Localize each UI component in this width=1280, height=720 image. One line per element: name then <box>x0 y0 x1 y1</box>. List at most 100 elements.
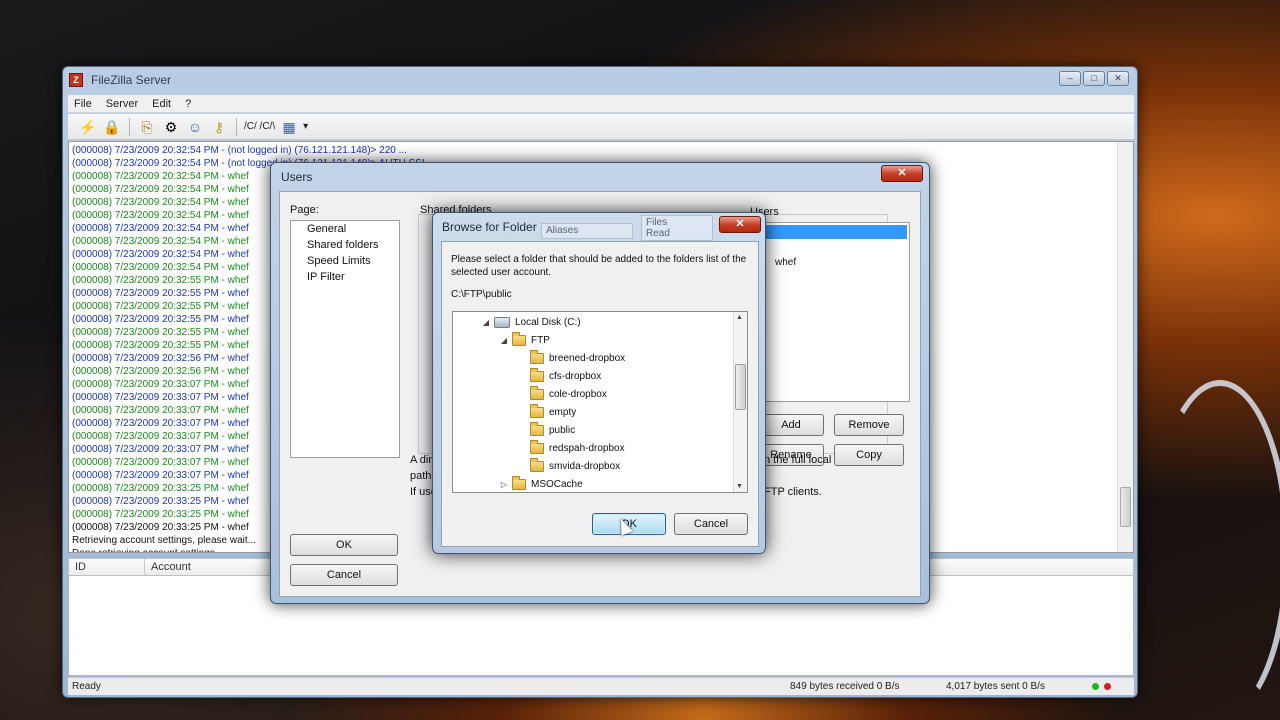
chevron-down-icon[interactable]: ▾ <box>303 121 308 132</box>
menu-bar: File Server Edit ? <box>68 95 1134 113</box>
log-line: Retrieving account settings, please wait… <box>72 535 256 546</box>
settings-icon[interactable]: ⚙ <box>161 117 181 137</box>
minimize-button[interactable]: – <box>1059 71 1081 86</box>
log-line: (000008) 7/23/2009 20:32:54 PM - whef <box>72 236 249 247</box>
remove-folder-button[interactable]: Remove <box>834 414 904 436</box>
page-speed-limits[interactable]: Speed Limits <box>307 255 371 267</box>
folder-tree-label: breened-dropbox <box>549 352 626 364</box>
folder-tree-scroll-thumb[interactable] <box>735 364 746 410</box>
log-line: (000008) 7/23/2009 20:32:54 PM - (not lo… <box>72 145 407 156</box>
folder-tree-scrollbar[interactable]: ▲ ▼ <box>733 312 747 492</box>
browse-close-button[interactable]: ✕ <box>719 216 761 233</box>
log-line: (000008) 7/23/2009 20:33:07 PM - whef <box>72 405 249 416</box>
page-shared-folders[interactable]: Shared folders <box>307 239 379 251</box>
expander-icon[interactable]: ◢ <box>481 318 491 327</box>
folder-tree[interactable]: ▷ MSOCache smvida-dropbox redspah-dropbox pu… <box>452 311 748 493</box>
folder-tree-item[interactable]: breened-dropbox <box>517 349 625 367</box>
filezilla-app-icon: Z <box>69 73 83 87</box>
status-ready: Ready <box>72 681 101 692</box>
log-line: (000008) 7/23/2009 20:32:54 PM - whef <box>72 184 249 195</box>
folder-icon <box>530 457 544 472</box>
folder-tree-label: FTP <box>531 334 550 346</box>
dialog-text-a-dir: A dir <box>410 454 433 466</box>
log-line: (000008) 7/23/2009 20:33:07 PM - whef <box>72 457 249 468</box>
folder-tree-label: Local Disk (C:) <box>515 316 581 328</box>
log-line: (000008) 7/23/2009 20:32:55 PM - whef <box>72 314 249 325</box>
main-title-bar[interactable]: Z FileZilla Server <box>63 67 1137 93</box>
page-ip-filter[interactable]: IP Filter <box>307 271 345 283</box>
folder-tree-item[interactable]: ▷ MSOCache <box>499 475 583 492</box>
connect-icon[interactable]: ⎘ <box>137 117 157 137</box>
folder-tree-label: cole-dropbox <box>549 388 607 400</box>
scroll-down-icon[interactable]: ▼ <box>736 483 743 490</box>
expander-icon[interactable]: ◢ <box>499 336 509 345</box>
maximize-button[interactable]: □ <box>1083 71 1105 86</box>
ghost-aliases-header: Aliases <box>541 223 633 239</box>
page-general[interactable]: General <box>307 223 346 235</box>
log-scrollbar[interactable] <box>1117 142 1133 552</box>
users-dialog-title: Users <box>281 170 313 184</box>
folder-tree-item[interactable]: ◢ Local Disk (C:) <box>481 313 581 331</box>
dialog-text-ftp-clients: FTP clients. <box>764 486 822 498</box>
menu-server[interactable]: Server <box>106 98 138 110</box>
log-line: (000008) 7/23/2009 20:32:55 PM - whef <box>72 340 249 351</box>
folder-tree-item[interactable]: cole-dropbox <box>517 385 607 403</box>
folder-tree-item[interactable]: public <box>517 421 575 439</box>
log-line: (000008) 7/23/2009 20:33:07 PM - whef <box>72 470 249 481</box>
folder-tree-item[interactable]: ◢ FTP <box>499 331 550 349</box>
toolbar: ⚡ 🔒 ⎘ ⚙ ☺ ⚷ /C/ /C/\ ▦ ▾ <box>68 114 1134 140</box>
log-line: (000008) 7/23/2009 20:32:55 PM - whef <box>72 301 249 312</box>
menu-edit[interactable]: Edit <box>152 98 171 110</box>
scroll-up-icon[interactable]: ▲ <box>736 314 743 321</box>
log-line: (000008) 7/23/2009 20:32:56 PM - whef <box>72 353 249 364</box>
log-line: (000008) 7/23/2009 20:32:54 PM - whef <box>72 223 249 234</box>
users-close-button[interactable]: ✕ <box>881 165 923 182</box>
page-tree[interactable]: General Shared folders Speed Limits IP F… <box>290 220 400 458</box>
log-line: (000008) 7/23/2009 20:32:54 PM - whef <box>72 262 249 273</box>
log-line: (000008) 7/23/2009 20:32:54 PM - whef <box>72 210 249 221</box>
main-window-title: FileZilla Server <box>91 73 172 87</box>
log-line: (000008) 7/23/2009 20:32:56 PM - whef <box>72 366 249 377</box>
log-line: (000008) 7/23/2009 20:33:07 PM - whef <box>72 431 249 442</box>
folder-tree-label: cfs-dropbox <box>549 370 602 382</box>
users-icon[interactable]: ☺ <box>185 117 205 137</box>
menu-help[interactable]: ? <box>185 98 191 110</box>
log-line: (000008) 7/23/2009 20:33:07 PM - whef <box>72 379 249 390</box>
browse-for-folder-dialog: Browse for Folder Aliases Files Read ✕ P… <box>432 212 766 554</box>
page-label: Page: <box>290 204 319 216</box>
folder-tree-label: smvida-dropbox <box>549 460 621 472</box>
log-scroll-thumb[interactable] <box>1120 487 1131 527</box>
folder-tree-item[interactable]: cfs-dropbox <box>517 367 601 385</box>
receive-led-icon <box>1092 683 1099 690</box>
selected-user-row[interactable] <box>761 225 907 239</box>
users-list[interactable]: whef <box>758 222 910 402</box>
expander-icon[interactable]: ▷ <box>499 480 509 489</box>
users-cancel-button[interactable]: Cancel <box>290 564 398 586</box>
close-button[interactable]: ✕ <box>1107 71 1129 86</box>
calendar-dropdown-icon[interactable]: ▦ <box>279 117 299 137</box>
lightning-icon[interactable]: ⚡ <box>78 117 98 137</box>
lock-icon[interactable]: 🔒 <box>102 117 122 137</box>
column-id[interactable]: ID <box>69 559 145 575</box>
ghost-read-label: Read <box>646 228 670 239</box>
log-line: (000008) 7/23/2009 20:32:54 PM - whef <box>72 171 249 182</box>
log-line: (000008) 7/23/2009 20:32:55 PM - whef <box>72 327 249 338</box>
folder-tree-item[interactable]: empty <box>517 403 576 421</box>
browse-cancel-button[interactable]: Cancel <box>674 513 748 535</box>
menu-file[interactable]: File <box>74 98 92 110</box>
add-folder-button[interactable]: Add <box>758 414 824 436</box>
selected-path: C:\FTP\public <box>451 289 512 300</box>
copy-button[interactable]: Copy <box>834 444 904 466</box>
folder-icon <box>512 331 526 346</box>
key-icon[interactable]: ⚷ <box>209 117 229 137</box>
folder-tree-item[interactable]: smvida-dropbox <box>517 457 620 475</box>
folder-tree-item[interactable]: redspah-dropbox <box>517 439 625 457</box>
dialog-text-full-local: n the full local <box>764 454 832 466</box>
user-name[interactable]: whef <box>775 257 796 268</box>
users-ok-button[interactable]: OK <box>290 534 398 556</box>
toolbar-separator <box>236 117 237 136</box>
log-line: (000008) 7/23/2009 20:32:54 PM - whef <box>72 197 249 208</box>
folder-tree-label: empty <box>549 406 577 418</box>
toolbar-path-text: /C/ /C/\ <box>244 121 276 132</box>
send-led-icon <box>1104 683 1111 690</box>
